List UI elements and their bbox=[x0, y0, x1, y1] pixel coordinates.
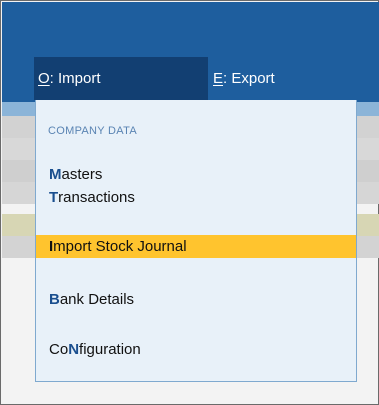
menu-item-transactions[interactable]: Transactions bbox=[49, 189, 135, 206]
import-label: : Import bbox=[49, 70, 101, 87]
configuration-hotkey: N bbox=[68, 341, 80, 358]
menu-item-bank-details[interactable]: Bank Details bbox=[49, 291, 134, 308]
section-header-company-data: COMPANY DATA bbox=[48, 125, 137, 137]
menu-item-masters[interactable]: Masters bbox=[49, 166, 102, 183]
export-label: : Export bbox=[223, 70, 275, 87]
configuration-label: figuration bbox=[79, 341, 141, 358]
window-frame: O : Import E : Export COMPANY DATA Maste… bbox=[0, 0, 379, 405]
configuration-prefix: Co bbox=[49, 341, 69, 358]
menu-import[interactable]: O : Import bbox=[34, 57, 208, 100]
import-hotkey: O bbox=[38, 70, 50, 87]
bank-details-hotkey: B bbox=[49, 291, 60, 308]
transactions-hotkey: T bbox=[49, 189, 59, 206]
menu-item-import-stock-journal[interactable]: Import Stock Journal bbox=[49, 238, 187, 255]
menu-export[interactable]: E : Export bbox=[213, 57, 275, 100]
bank-details-label: ank Details bbox=[59, 291, 135, 308]
transactions-label: ransactions bbox=[58, 189, 135, 206]
export-hotkey: E bbox=[213, 70, 224, 87]
import-stock-journal-label: mport Stock Journal bbox=[53, 238, 187, 255]
masters-hotkey: M bbox=[49, 166, 62, 183]
menu-item-configuration[interactable]: CoNfiguration bbox=[49, 341, 141, 358]
masters-label: asters bbox=[61, 166, 103, 183]
